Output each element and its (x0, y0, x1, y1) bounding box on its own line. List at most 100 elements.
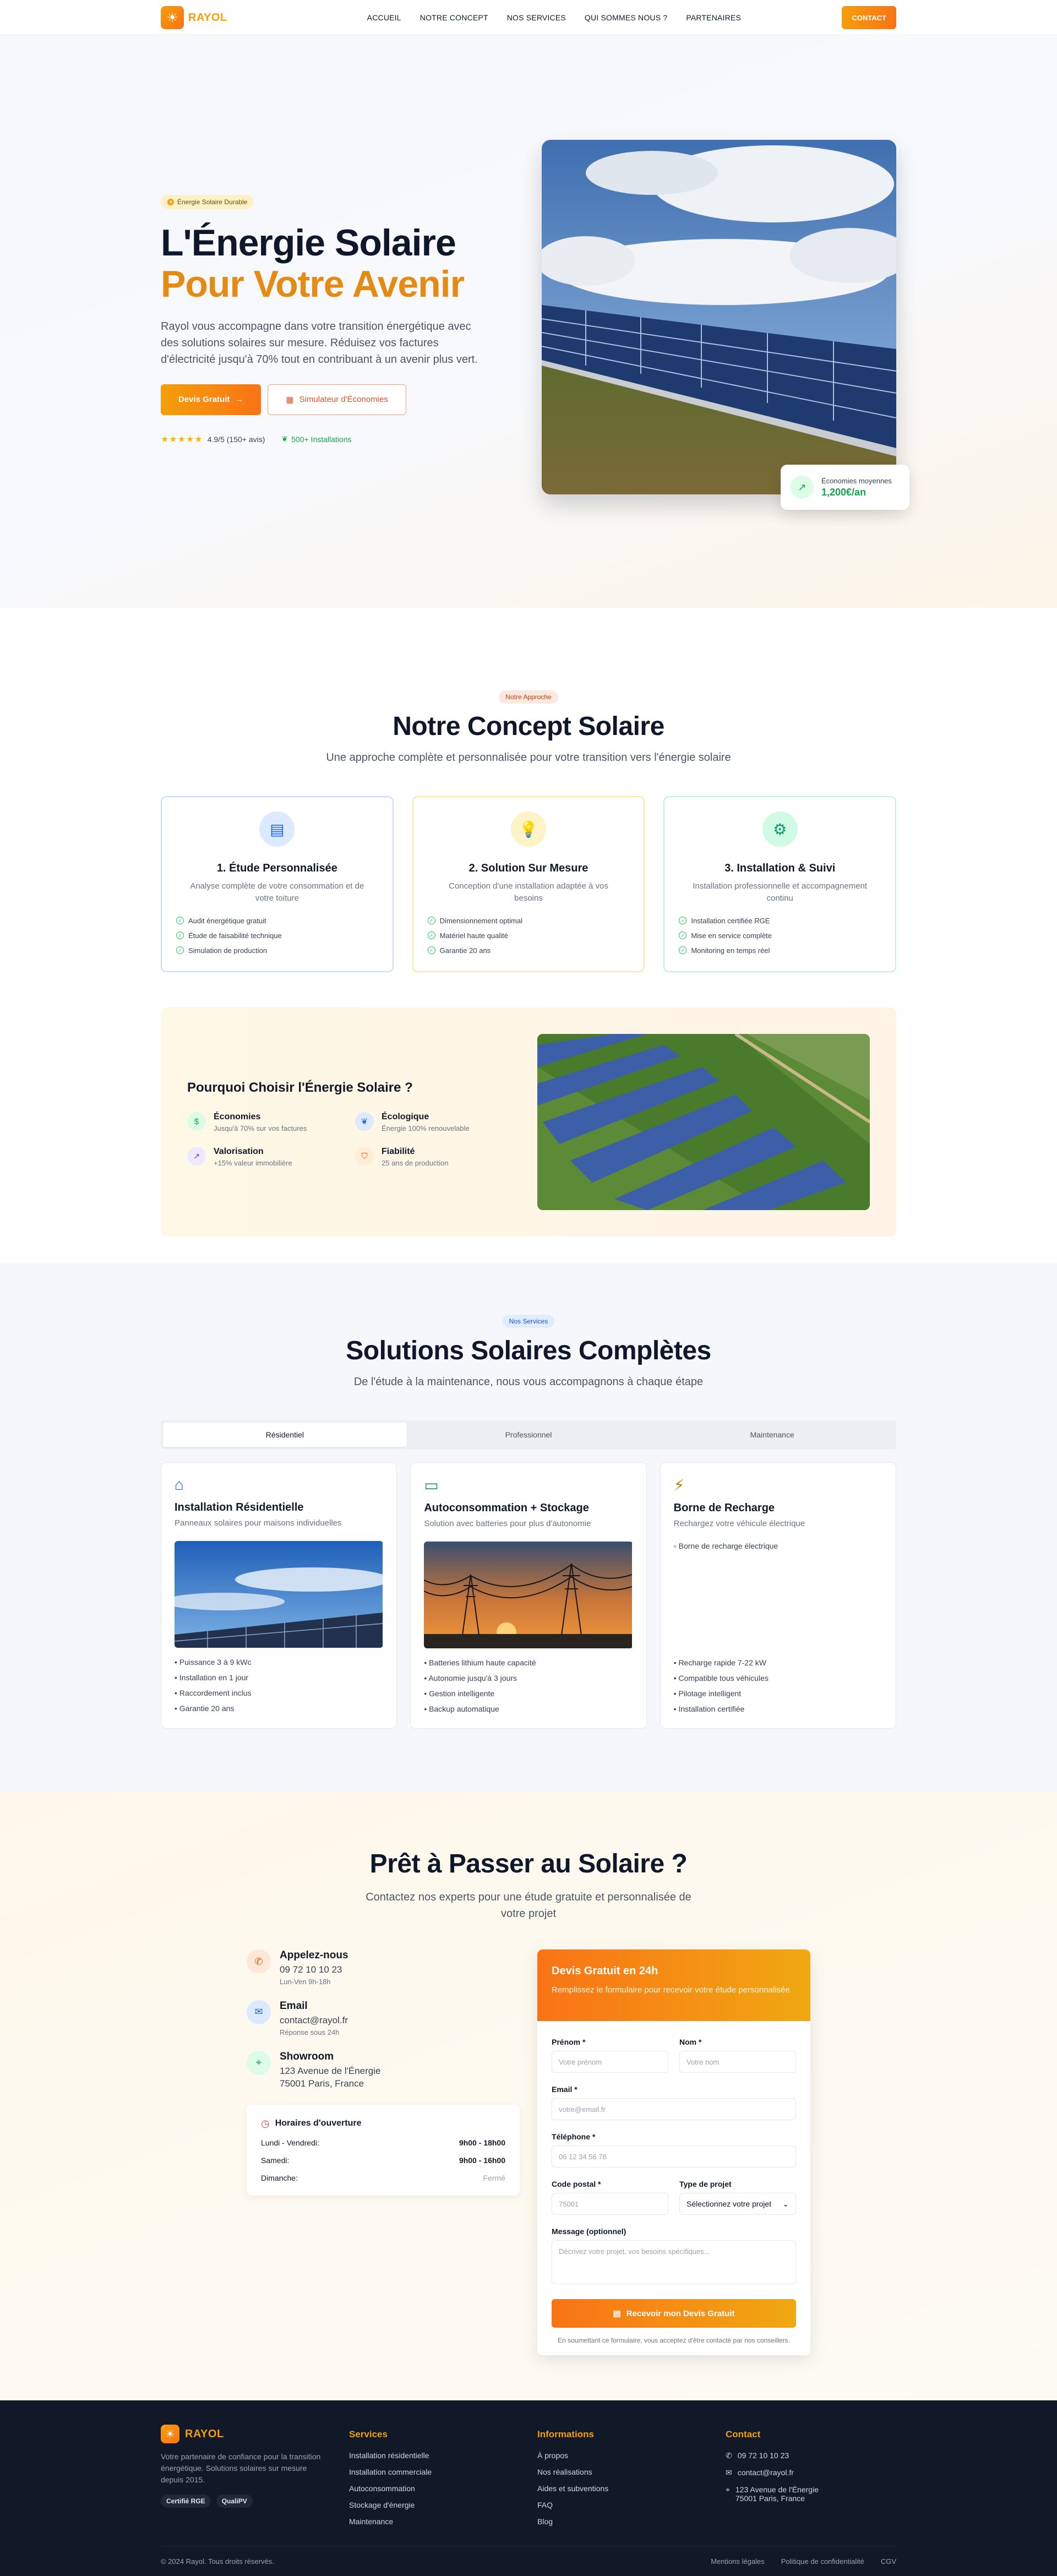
list-item-text: Simulation de production (188, 946, 268, 955)
footer-contact: Contact ✆ 09 72 10 10 23 ✉ contact@rayol.f… (726, 2425, 896, 2534)
footer-logo[interactable]: ☀ RAYOL (161, 2425, 349, 2443)
footer-address-line1: 123 Avenue de l'Énergie (735, 2485, 819, 2494)
quote-form-subtitle: Remplissez le formulaire pour recevoir v… (552, 1985, 790, 1995)
solar-farm-aerial-image (537, 1034, 870, 1210)
list-item: ✓ Dimensionnement optimal (427, 917, 630, 925)
hours-day: Dimanche: (261, 2173, 298, 2182)
email-field[interactable] (552, 2098, 796, 2120)
tab-professional[interactable]: Professionnel (407, 1423, 651, 1447)
nav-link-accueil[interactable]: ACCUEIL (367, 13, 401, 22)
trending-up-icon: ↗ (791, 476, 814, 499)
brand-logo[interactable]: ☀ RAYOL (161, 6, 227, 29)
phone-label: Téléphone * (552, 2132, 596, 2141)
contact-email-value[interactable]: contact@rayol.fr (280, 2014, 348, 2027)
list-item-text: Garantie 20 ans (439, 946, 491, 955)
tab-residential[interactable]: Résidentiel (163, 1423, 407, 1447)
form-group-email: Email * (552, 2085, 796, 2120)
footer-link[interactable]: FAQ (537, 2501, 726, 2509)
legal-link-cgv[interactable]: CGV (881, 2557, 896, 2566)
charging-station-image-placeholder: ▫ Borne de recharge électrique (674, 1542, 882, 1648)
top-navbar: ☀ RAYOL ACCUEIL NOTRE CONCEPT NOS SERVIC… (0, 0, 1057, 35)
footer-link[interactable]: Maintenance (349, 2517, 537, 2526)
form-group-lastname: Nom * (679, 2038, 796, 2073)
contact-showroom-label: Showroom (280, 2050, 334, 2062)
legal-link-privacy[interactable]: Politique de confidentialité (781, 2557, 864, 2566)
concept-title: Notre Concept Solaire (393, 712, 664, 741)
footer-link[interactable]: Installation résidentielle (349, 2451, 537, 2460)
list-item: ✓ Simulation de production (176, 946, 378, 955)
footer-info-list: À propos Nos réalisations Aides et subve… (537, 2451, 726, 2526)
concept-section: Notre Approche Notre Concept Solaire Une… (0, 608, 1057, 1263)
contact-email-note: Réponse sous 24h (280, 2028, 340, 2036)
legal-link-mentions[interactable]: Mentions légales (711, 2557, 765, 2566)
tab-maintenance[interactable]: Maintenance (650, 1423, 894, 1447)
footer-link[interactable]: Blog (537, 2517, 726, 2526)
benefit-name: Valorisation (214, 1147, 264, 1156)
benefit-desc: +15% valeur immobilière (214, 1159, 292, 1167)
concept-card-desc: Conception d'une installation adaptée à … (449, 881, 608, 903)
benefit-reliability: ⛉ Fiabilité 25 ans de production (355, 1147, 506, 1167)
nav-link-partners[interactable]: PARTENAIRES (686, 13, 741, 22)
form-group-phone: Téléphone * (552, 2132, 796, 2167)
list-item: • Gestion intelligente (424, 1689, 495, 1698)
firstname-label: Prénom * (552, 2038, 586, 2046)
footer-contact-title: Contact (726, 2429, 761, 2439)
lightbulb-icon: 💡 (511, 812, 546, 847)
check-icon: ✓ (427, 946, 435, 954)
footer-contact-phone[interactable]: ✆ 09 72 10 10 23 (726, 2451, 896, 2460)
nav-link-services[interactable]: NOS SERVICES (507, 13, 566, 22)
service-card-storage: ▭ Autoconsommation + Stockage Solution a… (410, 1462, 647, 1729)
concept-card-list: ✓ Audit énergétique gratuit ✓ Étude de fai… (176, 917, 378, 955)
firstname-input[interactable] (552, 2051, 668, 2073)
phone-icon: ✆ (247, 1949, 271, 1974)
footer-link[interactable]: Autoconsommation (349, 2484, 537, 2493)
list-item: ✓ Audit énergétique gratuit (176, 917, 378, 925)
hero-badge-label: Énergie Solaire Durable (177, 198, 248, 206)
check-icon: ✓ (427, 917, 435, 924)
contact-phone-value[interactable]: 09 72 10 10 23 (280, 1964, 348, 1976)
power-lines-sunset-illustration (424, 1542, 633, 1648)
footer-link[interactable]: Installation commerciale (349, 2468, 537, 2476)
form-row: Prénom * Nom * (552, 2038, 796, 2085)
message-textarea[interactable] (552, 2240, 796, 2284)
why-solar-grid: $ Économies Jusqu'à 70% sur vos factures … (187, 1112, 506, 1167)
contact-button[interactable]: CONTACT (842, 6, 896, 29)
footer-contact-address: ⌖ 123 Avenue de l'Énergie 75001 Paris, Fra… (726, 2485, 896, 2503)
footer-contact-email[interactable]: ✉ contact@rayol.fr (726, 2468, 896, 2477)
submit-quote-button[interactable]: ▤ Recevoir mon Devis Gratuit (552, 2299, 796, 2328)
footer-link[interactable]: Stockage d'énergie (349, 2501, 537, 2509)
benefit-desc: Jusqu'à 70% sur vos factures (214, 1124, 307, 1132)
nav-link-about[interactable]: QUI SOMMES NOUS ? (585, 13, 667, 22)
lightning-icon: ⚡ (673, 1477, 685, 1494)
project-type-select[interactable]: Sélectionnez votre projet ⌄ (679, 2193, 796, 2215)
contact-subtitle: Contactez nos experts pour une étude gra… (366, 1891, 691, 1920)
service-card-desc: Panneaux solaires pour maisons individue… (175, 1518, 342, 1528)
concept-card-study: ▤ 1. Étude Personnalisée Analyse complèt… (161, 796, 394, 972)
zip-input[interactable] (552, 2193, 668, 2215)
footer-about: ☀ RAYOL Votre partenaire de confiance po… (161, 2425, 349, 2534)
lastname-input[interactable] (679, 2051, 796, 2073)
home-icon: ⌂ (175, 1476, 184, 1493)
savings-simulator-button[interactable]: ▦ Simulateur d'Économies (268, 384, 406, 415)
nav-link-concept[interactable]: NOTRE CONCEPT (420, 13, 488, 22)
benefit-desc: 25 ans de production (382, 1159, 449, 1167)
map-pin-icon: ⌖ (726, 2485, 730, 2494)
footer-brand-name: RAYOL (185, 2427, 224, 2440)
check-icon: ✓ (679, 917, 687, 924)
footer-link[interactable]: À propos (537, 2451, 726, 2460)
footer-address-line2: 75001 Paris, France (735, 2494, 805, 2503)
concept-card-list: ✓ Installation certifiée RGE ✓ Mise en ser… (679, 917, 881, 955)
free-quote-button[interactable]: Devis Gratuit → (161, 384, 261, 415)
trending-up-icon: ↗ (187, 1147, 206, 1166)
sun-icon: ☀ (167, 199, 174, 205)
footer-phone-text: 09 72 10 10 23 (737, 2451, 789, 2460)
footer-link[interactable]: Aides et subventions (537, 2484, 726, 2493)
chevron-down-icon: ⌄ (782, 2199, 789, 2208)
hours-row: Samedi: 9h00 - 16h00 (261, 2156, 505, 2165)
phone-icon: ✆ (726, 2451, 732, 2460)
footer-link[interactable]: Nos réalisations (537, 2468, 726, 2476)
phone-field[interactable] (552, 2145, 796, 2167)
leaf-icon: ❦ (281, 434, 288, 444)
list-item-text: Installation certifiée RGE (691, 916, 770, 925)
concept-tag: Notre Approche (499, 690, 558, 704)
